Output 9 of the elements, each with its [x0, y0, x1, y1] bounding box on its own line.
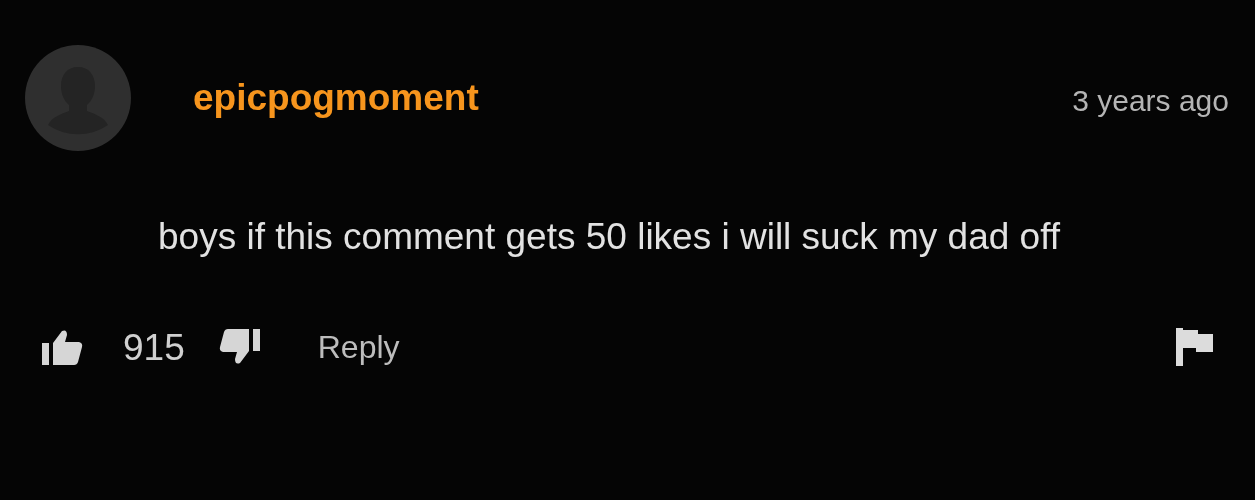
like-count: 915: [123, 328, 185, 366]
thumbs-up-icon[interactable]: [42, 329, 83, 365]
timestamp: 3 years ago: [1072, 86, 1229, 116]
username[interactable]: epicpogmoment: [193, 79, 479, 116]
reply-button[interactable]: Reply: [317, 331, 400, 363]
comment-text: boys if this comment gets 50 likes i will suck my dad off: [158, 215, 1062, 259]
thumbs-down-icon[interactable]: [217, 329, 260, 365]
avatar-icon: [25, 45, 131, 151]
flag-icon[interactable]: [1176, 328, 1213, 366]
